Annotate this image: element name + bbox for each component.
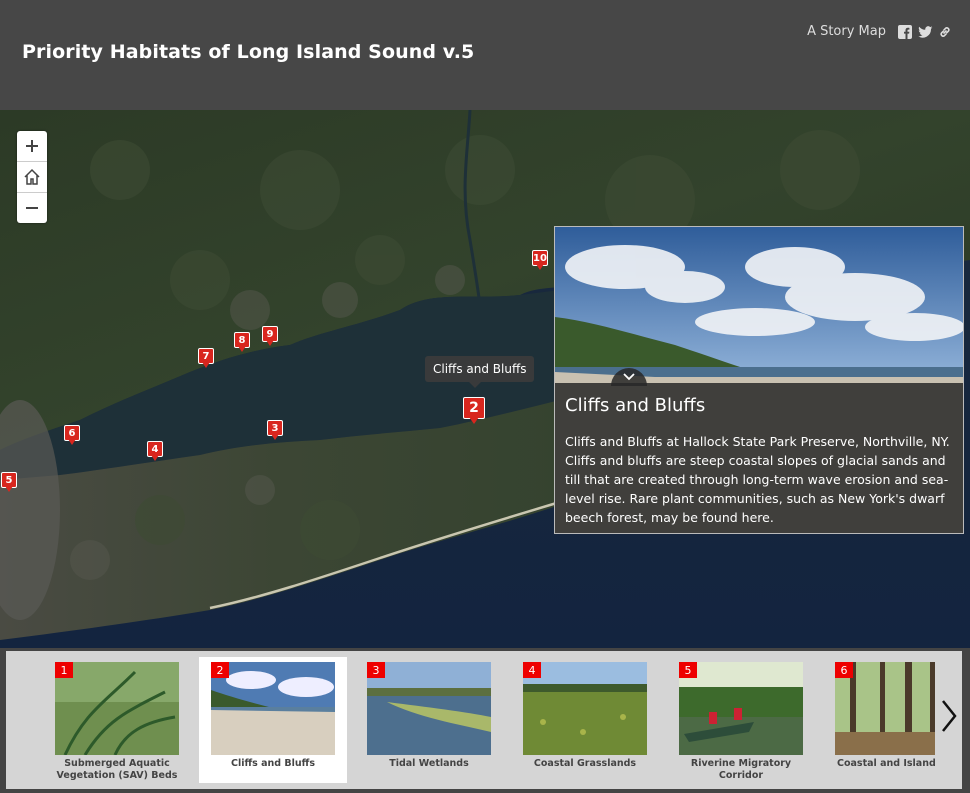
thumbnail (211, 662, 335, 755)
map-marker-3[interactable]: 3 (267, 420, 283, 440)
map-marker-5[interactable]: 5 (1, 472, 17, 492)
carousel-next-button[interactable] (936, 691, 962, 741)
carousel-item-coastal-forest[interactable]: 6 Coastal and Island F (823, 657, 935, 783)
page-title: Priority Habitats of Long Island Sound v… (22, 41, 475, 63)
map-marker-2[interactable]: 2 (463, 397, 485, 425)
story-map-label[interactable]: A Story Map (807, 24, 886, 39)
twitter-icon[interactable] (918, 25, 933, 39)
item-number: 1 (55, 662, 73, 678)
carousel-item-sav[interactable]: 1 Submerged Aquatic Vegetation (SAV) Bed… (43, 657, 191, 783)
zoom-in-icon[interactable] (17, 131, 47, 162)
item-number: 3 (367, 662, 385, 678)
item-number: 6 (835, 662, 853, 678)
thumbnail (55, 662, 179, 755)
app-header: Priority Habitats of Long Island Sound v… (0, 0, 970, 110)
carousel-item-riverine[interactable]: 5 Riverine Migratory Corridor (667, 657, 815, 783)
panel-title: Cliffs and Bluffs (565, 395, 706, 416)
item-caption: Coastal Grasslands (533, 758, 637, 769)
thumbnail (523, 662, 647, 755)
panel-description: Cliffs and Bluffs at Hallock State Park … (565, 434, 950, 525)
zoom-out-icon[interactable] (17, 193, 47, 223)
carousel: 1 Submerged Aquatic Vegetation (SAV) Bed… (0, 648, 970, 793)
carousel-strip: 1 Submerged Aquatic Vegetation (SAV) Bed… (6, 651, 962, 789)
link-icon[interactable] (938, 25, 952, 39)
map-marker-4[interactable]: 4 (147, 441, 163, 461)
item-number: 4 (523, 662, 541, 678)
facebook-icon[interactable] (898, 24, 912, 39)
item-number: 2 (211, 662, 229, 678)
zoom-controls (17, 131, 47, 223)
item-caption: Riverine Migratory Corridor (690, 758, 792, 781)
marker-tooltip: Cliffs and Bluffs (425, 356, 535, 388)
item-caption: Cliffs and Bluffs (230, 758, 316, 769)
map-marker-7[interactable]: 7 (198, 348, 214, 368)
marker-number: 2 (463, 397, 485, 419)
carousel-item-tidal[interactable]: 3 Tidal Wetlands (355, 657, 503, 783)
item-caption: Coastal and Island F (837, 758, 935, 769)
item-number: 5 (679, 662, 697, 678)
map-marker-6[interactable]: 6 (64, 425, 80, 445)
item-caption: Tidal Wetlands (389, 758, 469, 769)
item-caption: Submerged Aquatic Vegetation (SAV) Beds (56, 758, 178, 781)
carousel-item-grasslands[interactable]: 4 Coastal Grasslands (511, 657, 659, 783)
info-panel: Cliffs and Bluffs Cliffs and Bluffs at H… (554, 226, 964, 534)
thumbnail (679, 662, 803, 755)
share-bar: A Story Map (807, 24, 952, 39)
map-marker-8[interactable]: 8 (234, 332, 250, 352)
home-icon[interactable] (17, 162, 47, 193)
chevron-right-icon (942, 700, 957, 732)
carousel-item-cliffs[interactable]: 2 Cliffs and Bluffs (199, 657, 347, 783)
thumbnail (367, 662, 491, 755)
map-marker-9[interactable]: 9 (262, 326, 278, 346)
map-marker-10[interactable]: 10 (532, 250, 548, 270)
